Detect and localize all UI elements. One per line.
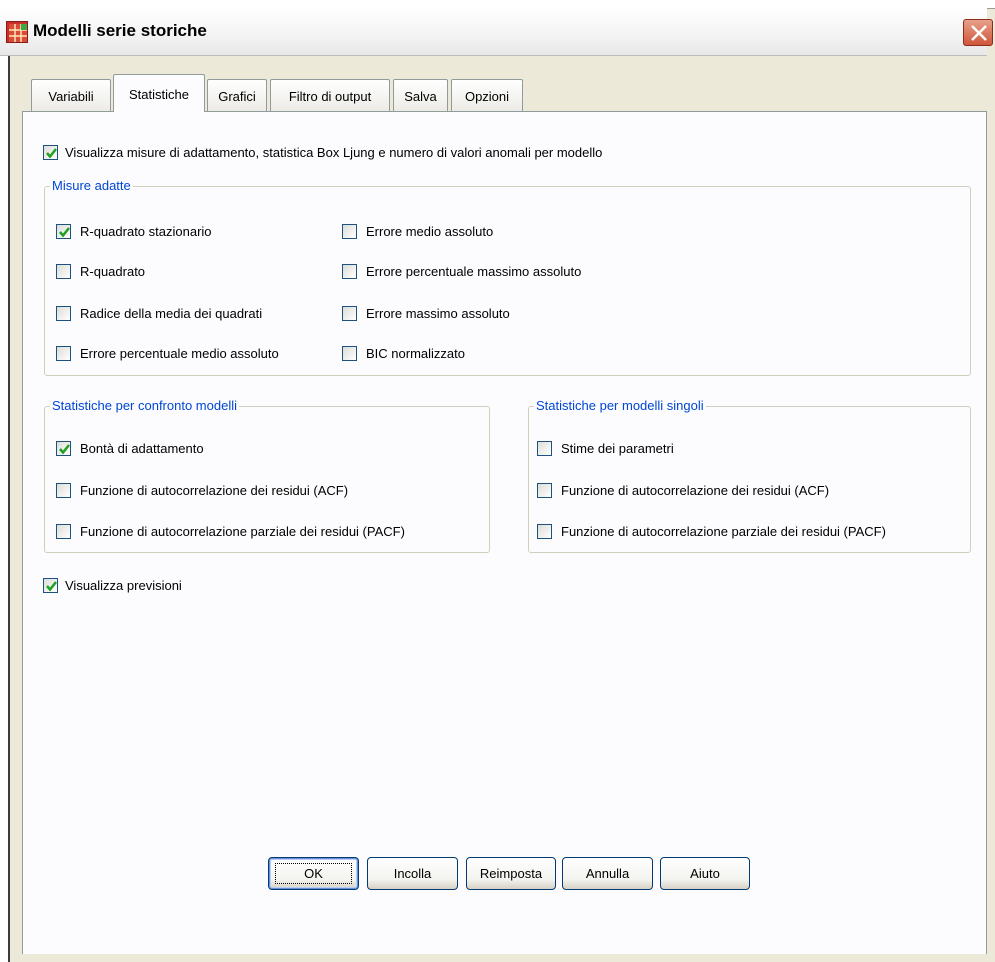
maxape-label[interactable]: Errore percentuale massimo assoluto xyxy=(366,264,581,279)
mae-label[interactable]: Errore medio assoluto xyxy=(366,224,493,239)
tab-grafici[interactable]: Grafici xyxy=(207,79,267,111)
reset-button-label: Reimposta xyxy=(479,866,543,881)
normalized-bic-label[interactable]: BIC normalizzato xyxy=(366,346,465,361)
r-squared-label[interactable]: R-quadrato xyxy=(80,264,145,279)
r-squared-checkbox[interactable] xyxy=(56,264,71,279)
cancel-button[interactable]: Annulla xyxy=(562,857,653,890)
r-squared-stationary-label[interactable]: R-quadrato stazionario xyxy=(80,224,212,239)
compare-acf-label[interactable]: Funzione di autocorrelazione dei residui… xyxy=(80,483,348,498)
compare-models-legend: Statistiche per confronto modelli xyxy=(50,398,239,413)
display-fit-checkbox[interactable] xyxy=(43,145,58,160)
maxae-label[interactable]: Errore massimo assoluto xyxy=(366,306,510,321)
display-forecasts-label[interactable]: Visualizza previsioni xyxy=(65,578,182,593)
paste-button-label: Incolla xyxy=(393,866,432,881)
display-forecasts-checkbox[interactable] xyxy=(43,578,58,593)
single-pacf-checkbox[interactable] xyxy=(537,524,552,539)
checkmark-icon xyxy=(46,581,57,592)
normalized-bic-checkbox[interactable] xyxy=(342,346,357,361)
spss-app-icon xyxy=(6,21,28,43)
help-button[interactable]: Aiuto xyxy=(660,857,750,890)
goodness-of-fit-label[interactable]: Bontà di adattamento xyxy=(80,441,204,456)
checkmark-icon xyxy=(59,227,70,238)
maxape-checkbox[interactable] xyxy=(342,264,357,279)
window-title: Modelli serie storiche xyxy=(33,21,207,40)
compare-acf-checkbox[interactable] xyxy=(56,483,71,498)
r-squared-stationary-checkbox[interactable] xyxy=(56,224,71,239)
parameter-estimates-checkbox[interactable] xyxy=(537,441,552,456)
ok-button[interactable]: OK xyxy=(268,857,359,890)
maxae-checkbox[interactable] xyxy=(342,306,357,321)
focus-rectangle xyxy=(275,863,352,884)
tab-salva[interactable]: Salva xyxy=(393,79,448,111)
display-fit-label[interactable]: Visualizza misure di adattamento, statis… xyxy=(65,145,602,160)
compare-pacf-checkbox[interactable] xyxy=(56,524,71,539)
mape-label[interactable]: Errore percentuale medio assoluto xyxy=(80,346,279,361)
single-pacf-label[interactable]: Funzione di autocorrelazione parziale de… xyxy=(561,524,886,539)
rmse-label[interactable]: Radice della media dei quadrati xyxy=(80,306,262,321)
tab-statistiche[interactable]: Statistiche xyxy=(113,74,205,112)
single-models-legend: Statistiche per modelli singoli xyxy=(534,398,706,413)
single-acf-label[interactable]: Funzione di autocorrelazione dei residui… xyxy=(561,483,829,498)
cancel-button-label: Annulla xyxy=(585,866,630,881)
compare-pacf-label[interactable]: Funzione di autocorrelazione parziale de… xyxy=(80,524,405,539)
reset-button[interactable]: Reimposta xyxy=(466,857,556,890)
checkmark-icon xyxy=(46,148,57,159)
checkmark-icon xyxy=(59,444,70,455)
close-icon[interactable] xyxy=(963,19,993,46)
parameter-estimates-label[interactable]: Stime dei parametri xyxy=(561,441,674,456)
mape-checkbox[interactable] xyxy=(56,346,71,361)
tab-opzioni[interactable]: Opzioni xyxy=(451,79,523,111)
help-button-label: Aiuto xyxy=(690,866,720,881)
goodness-of-fit-checkbox[interactable] xyxy=(56,441,71,456)
tab-filtro-di-output[interactable]: Filtro di output xyxy=(270,79,390,111)
title-bar: Modelli serie storiche xyxy=(0,8,993,56)
tab-variabili[interactable]: Variabili xyxy=(31,79,111,111)
mae-checkbox[interactable] xyxy=(342,224,357,239)
single-acf-checkbox[interactable] xyxy=(537,483,552,498)
fit-measures-legend: Misure adatte xyxy=(50,178,133,193)
rmse-checkbox[interactable] xyxy=(56,306,71,321)
paste-button[interactable]: Incolla xyxy=(367,857,458,890)
